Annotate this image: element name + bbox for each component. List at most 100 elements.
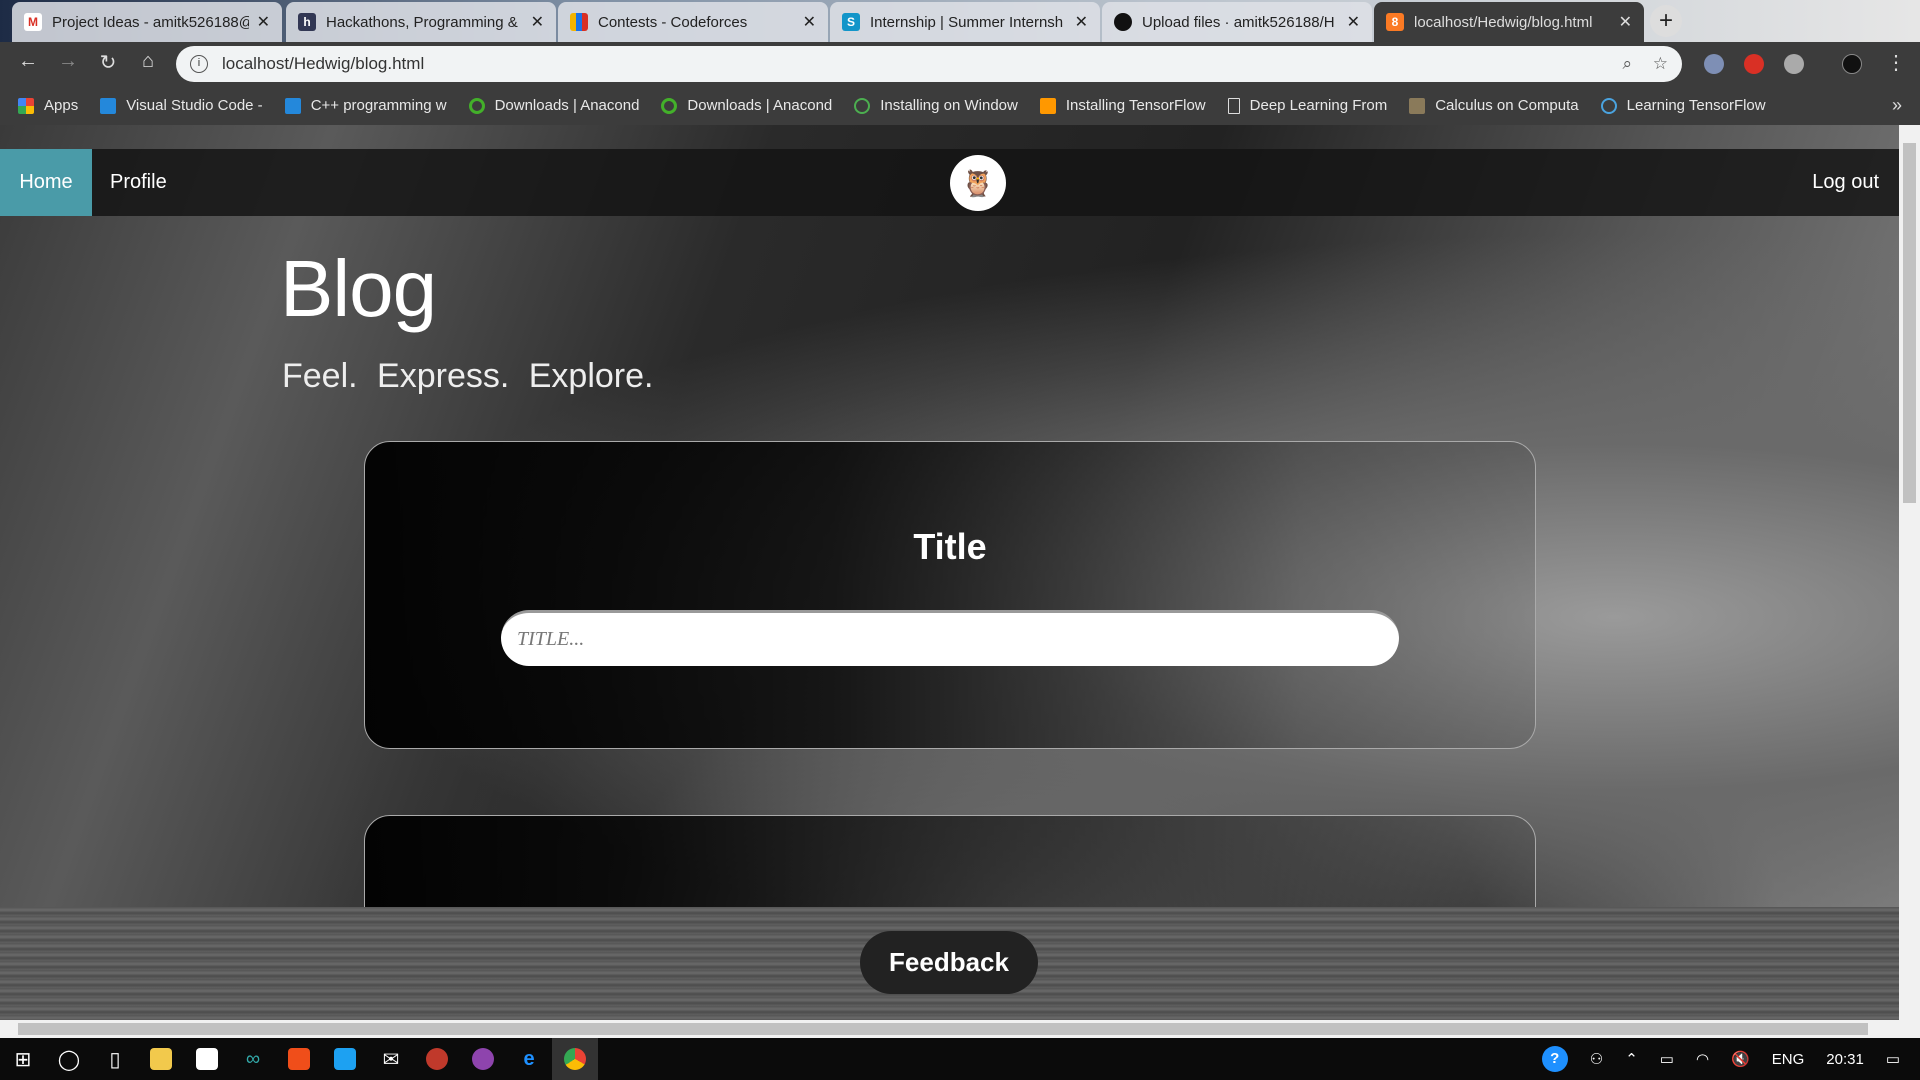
address-toolbar: ← → ↻ ⌂ i localhost/Hedwig/blog.html ⌕ ☆… xyxy=(0,42,1920,86)
nav-home[interactable]: Home xyxy=(0,149,92,216)
forward-icon[interactable]: → xyxy=(54,50,82,73)
mail-icon[interactable]: ✉ xyxy=(368,1038,414,1080)
anaconda-icon xyxy=(661,97,678,114)
feedback-button[interactable]: Feedback xyxy=(860,931,1038,994)
cortana-icon[interactable]: ◯ xyxy=(46,1038,92,1080)
bookmark-label: Apps xyxy=(44,97,79,114)
more-bookmarks-icon[interactable]: » xyxy=(1892,95,1902,116)
vertical-scrollbar[interactable] xyxy=(1899,125,1920,1020)
tab-label: Internship | Summer Internsh xyxy=(870,13,1064,31)
tab-hackerearth[interactable]: h Hackathons, Programming & ✕ xyxy=(286,2,556,42)
tab-github[interactable]: Upload files · amitk526188/H ✕ xyxy=(1102,2,1372,42)
xampp-icon: 8 xyxy=(1386,13,1404,31)
nav-profile[interactable]: Profile xyxy=(110,149,167,216)
help-icon[interactable]: ? xyxy=(1541,1046,1568,1072)
tagline: Feel. Express. Explore. xyxy=(282,357,654,395)
bookmark-item[interactable]: Installing TensorFlow xyxy=(1039,97,1206,114)
back-icon[interactable]: ← xyxy=(14,50,42,73)
battery-icon[interactable]: ▭ xyxy=(1660,1050,1674,1068)
gaana-icon[interactable] xyxy=(276,1038,322,1080)
anaconda-icon xyxy=(468,97,485,114)
install-icon xyxy=(854,97,871,114)
tab-label: Contests - Codeforces xyxy=(598,13,748,31)
bookmark-item[interactable]: Calculus on Computa xyxy=(1409,97,1579,114)
mute-icon[interactable]: 🔇 xyxy=(1731,1050,1750,1068)
system-tray: ? ⚇ ⌃ ▭ ◠ 🔇 ENG 20:31 ▭ xyxy=(1541,1038,1920,1080)
bookmark-label: Learning TensorFlow xyxy=(1626,97,1766,114)
language-indicator[interactable]: ENG xyxy=(1772,1051,1805,1068)
menu-icon[interactable]: ⋮ xyxy=(1882,50,1910,75)
reload-icon[interactable]: ↻ xyxy=(94,50,122,75)
task-view-icon[interactable]: ▯ xyxy=(92,1038,138,1080)
file-explorer-icon[interactable] xyxy=(138,1038,184,1080)
close-icon[interactable]: ✕ xyxy=(257,12,270,32)
new-tab-button[interactable]: + xyxy=(1650,5,1682,37)
scroll-thumb[interactable] xyxy=(1903,143,1916,503)
close-icon[interactable]: ✕ xyxy=(1075,12,1088,32)
chevron-up-icon[interactable]: ⌃ xyxy=(1625,1050,1638,1068)
info-icon[interactable]: i xyxy=(190,55,208,73)
edge-icon[interactable]: e xyxy=(506,1038,552,1080)
bookmark-item[interactable]: Learning TensorFlow xyxy=(1600,97,1766,114)
bookmark-item[interactable]: Downloads | Anacond xyxy=(468,97,640,114)
tensorflow-icon xyxy=(1039,97,1056,114)
tab-label: Project Ideas - amitk526188@ xyxy=(52,13,249,31)
bookmark-label: C++ programming w xyxy=(310,97,447,114)
address-bar[interactable]: i localhost/Hedwig/blog.html ⌕ ☆ xyxy=(176,46,1682,82)
tab-label: Hackathons, Programming & xyxy=(326,13,518,31)
tab-blog[interactable]: 8 localhost/Hedwig/blog.html ✕ xyxy=(1374,2,1644,42)
app-icon[interactable] xyxy=(460,1038,506,1080)
vscode-icon xyxy=(284,97,301,114)
wifi-icon[interactable]: ◠ xyxy=(1696,1050,1709,1068)
bookmark-item[interactable]: Downloads | Anacond xyxy=(661,97,832,114)
windows-start-icon[interactable]: ⊞ xyxy=(0,1038,46,1080)
close-icon[interactable]: ✕ xyxy=(1619,12,1632,32)
zoom-icon[interactable]: ⌕ xyxy=(1622,54,1632,74)
share-icon xyxy=(1600,97,1617,114)
star-icon[interactable]: ☆ xyxy=(1653,54,1668,74)
extension-icon[interactable] xyxy=(1704,54,1724,74)
bookmark-label: Installing on Window xyxy=(880,97,1018,114)
bookmark-label: Downloads | Anacond xyxy=(494,97,640,114)
card-title: Title xyxy=(913,526,987,567)
bookmark-item[interactable]: C++ programming w xyxy=(284,97,447,114)
psiphon-icon[interactable] xyxy=(414,1038,460,1080)
bookmark-label: Visual Studio Code - xyxy=(126,97,263,114)
tab-project-ideas[interactable]: M Project Ideas - amitk526188@ ✕ xyxy=(12,2,282,42)
footer: Feedback xyxy=(0,907,1899,1020)
close-icon[interactable]: ✕ xyxy=(531,12,544,32)
bookmark-item[interactable]: Installing on Window xyxy=(854,97,1018,114)
home-icon[interactable]: ⌂ xyxy=(134,50,162,73)
adblock-icon[interactable] xyxy=(1744,54,1764,74)
apps-icon xyxy=(18,97,34,114)
store-icon[interactable] xyxy=(184,1038,230,1080)
owl-logo-icon[interactable]: 🦉 xyxy=(950,155,1006,211)
bookmark-label: Deep Learning From xyxy=(1249,97,1388,114)
close-icon[interactable]: ✕ xyxy=(803,12,816,32)
twitter-icon[interactable] xyxy=(322,1038,368,1080)
site-navbar: Home Profile 🦉 Log out xyxy=(0,149,1899,216)
notifications-icon[interactable]: ▭ xyxy=(1886,1050,1900,1068)
codeforces-icon xyxy=(570,13,588,31)
profile-avatar[interactable] xyxy=(1842,54,1862,74)
scroll-thumb[interactable] xyxy=(18,1023,1868,1035)
page-icon xyxy=(1227,97,1240,114)
chrome-icon[interactable] xyxy=(552,1038,598,1080)
gmail-icon: M xyxy=(24,13,42,31)
bookmark-item[interactable]: Visual Studio Code - xyxy=(100,97,263,114)
nav-logout[interactable]: Log out xyxy=(1812,149,1879,216)
tab-label: Upload files · amitk526188/H xyxy=(1142,13,1335,31)
extension-m-icon[interactable] xyxy=(1784,54,1804,74)
tab-internshala[interactable]: S Internship | Summer Internsh ✕ xyxy=(830,2,1100,42)
close-icon[interactable]: ✕ xyxy=(1347,12,1360,32)
bookmark-label: Downloads | Anacond xyxy=(687,97,833,114)
bookmark-item[interactable]: Deep Learning From xyxy=(1227,97,1388,114)
people-icon[interactable]: ⚇ xyxy=(1590,1050,1603,1068)
tab-codeforces[interactable]: Contests - Codeforces ✕ xyxy=(558,2,828,42)
clock[interactable]: 20:31 xyxy=(1826,1051,1864,1068)
calculus-icon xyxy=(1409,97,1426,114)
horizontal-scrollbar[interactable] xyxy=(0,1020,1920,1038)
title-input[interactable] xyxy=(501,610,1399,666)
bookmark-apps[interactable]: Apps xyxy=(18,97,78,114)
arduino-icon[interactable]: ∞ xyxy=(230,1038,276,1080)
